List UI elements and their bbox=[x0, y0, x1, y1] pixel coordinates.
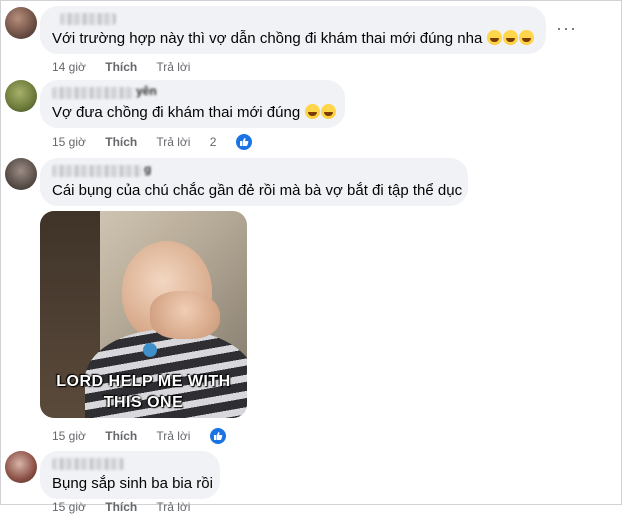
like-button[interactable]: Thích bbox=[105, 135, 137, 149]
rofl-emoji bbox=[519, 30, 535, 45]
rofl-emoji bbox=[305, 104, 321, 119]
comment-meta: 15 giờ Thích Trả lời bbox=[52, 500, 206, 514]
commenter-name-redacted[interactable]: yên bbox=[52, 84, 157, 99]
commenter-name-suffix: g bbox=[144, 162, 152, 176]
comment-text: Với trường hợp này thì vợ dẫn chồng đi k… bbox=[52, 30, 483, 47]
comment-meta: 14 giờ Thích Trả lời bbox=[52, 60, 206, 74]
reply-button[interactable]: Trả lời bbox=[156, 60, 190, 74]
laughing-emoji bbox=[487, 30, 503, 45]
comment-time[interactable]: 15 giờ bbox=[52, 500, 86, 514]
commenter-avatar[interactable] bbox=[5, 158, 37, 190]
like-button[interactable]: Thích bbox=[105, 500, 137, 514]
gif-caption-line1: LORD HELP ME WITH bbox=[56, 373, 231, 390]
comment-time[interactable]: 14 giờ bbox=[52, 60, 86, 74]
comment-text: Vợ đưa chồng đi khám thai mới đúng bbox=[52, 104, 301, 121]
comment-bubble: Bụng sắp sinh ba bia rồi bbox=[40, 451, 220, 499]
commenter-name-redacted[interactable] bbox=[52, 458, 124, 470]
pacifier bbox=[143, 343, 157, 357]
reaction-summary[interactable]: 2 bbox=[209, 134, 268, 150]
comment-meta: 15 giờ Thích Trả lời 2 bbox=[52, 134, 268, 150]
rofl-emoji bbox=[321, 104, 337, 119]
reaction-count: 2 bbox=[209, 135, 217, 149]
facepalm-hand bbox=[150, 291, 220, 339]
reply-button[interactable]: Trả lời bbox=[156, 500, 190, 514]
like-reaction-icon[interactable] bbox=[209, 428, 226, 444]
reply-button[interactable]: Trả lời bbox=[156, 429, 190, 443]
comment-time[interactable]: 15 giờ bbox=[52, 429, 86, 443]
commenter-avatar[interactable] bbox=[5, 7, 37, 39]
gif-caption-line2: THIS ONE bbox=[103, 394, 184, 411]
comment-bubble: Với trường hợp này thì vợ dẫn chồng đi k… bbox=[40, 6, 546, 54]
comment-bubble: g Cái bụng của chú chắc gần đẻ rồi mà bà… bbox=[40, 158, 468, 206]
commenter-name-redacted[interactable]: g bbox=[52, 162, 151, 177]
commenter-name-suffix: yên bbox=[136, 84, 157, 98]
comment-time[interactable]: 15 giờ bbox=[52, 135, 86, 149]
commenter-avatar[interactable] bbox=[5, 451, 37, 483]
like-button[interactable]: Thích bbox=[105, 60, 137, 74]
like-reaction-icon bbox=[235, 134, 252, 150]
comment-bubble: yên Vợ đưa chồng đi khám thai mới đúng bbox=[40, 80, 345, 128]
more-options-icon[interactable]: ··· bbox=[556, 18, 577, 39]
commenter-avatar[interactable] bbox=[5, 80, 37, 112]
comment-gif[interactable]: LORD HELP ME WITH THIS ONE bbox=[40, 211, 247, 418]
comment-text: Bụng sắp sinh ba bia rồi bbox=[52, 475, 213, 492]
rofl-emoji bbox=[503, 30, 519, 45]
comment-text: Cái bụng của chú chắc gần đẻ rồi mà bà v… bbox=[52, 182, 463, 199]
reply-button[interactable]: Trả lời bbox=[156, 135, 190, 149]
commenter-name-redacted[interactable] bbox=[60, 13, 116, 25]
comment-meta: 15 giờ Thích Trả lời bbox=[52, 428, 242, 444]
like-button[interactable]: Thích bbox=[105, 429, 137, 443]
